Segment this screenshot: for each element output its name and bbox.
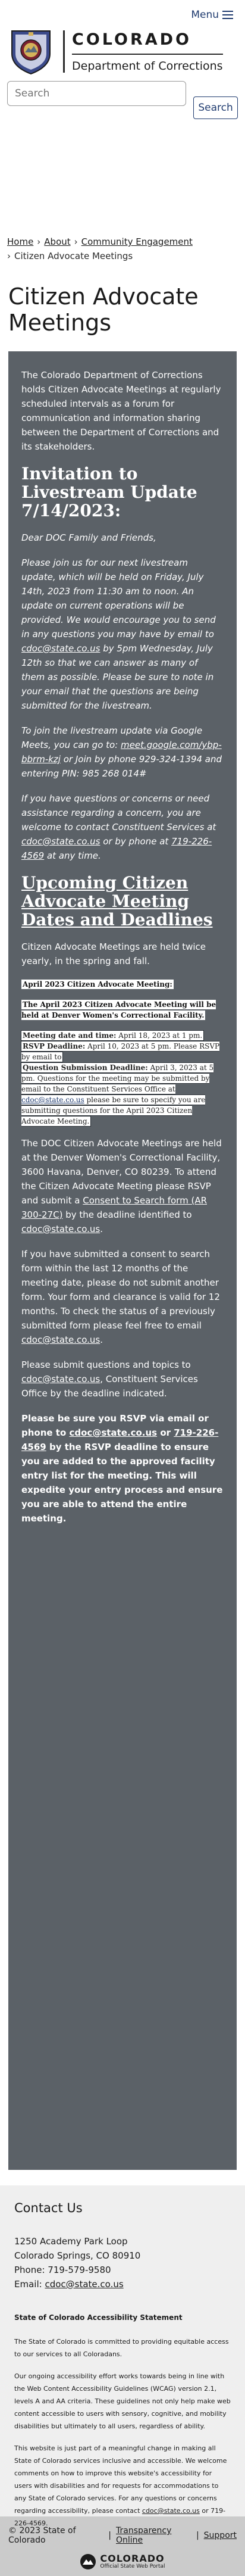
google-meet-paragraph: To join the livestream update via Google… — [21, 723, 224, 781]
intro-text: The Colorado Department of Corrections h… — [21, 370, 221, 452]
accessibility-heading: State of Colorado Accessibility Statemen… — [14, 2313, 183, 2322]
email-link[interactable]: cdoc@state.co.us — [142, 2507, 200, 2515]
email-link[interactable]: cdoc@state.co.us — [45, 2279, 123, 2290]
greeting-text: Dear DOC Family and Friends, — [21, 532, 156, 543]
email-link[interactable]: cdoc@state.co.us — [21, 1224, 100, 1234]
address-line: 1250 Academy Park Loop — [14, 2236, 128, 2247]
upcoming-meetings-heading: Upcoming Citizen Advocate Meeting Dates … — [21, 873, 213, 930]
breadcrumb-current: Citizen Advocate Meetings — [14, 251, 133, 261]
brand-state-name: COLORADO — [72, 30, 192, 49]
text-span: or — [157, 1427, 174, 1438]
breadcrumb-home[interactable]: Home — [7, 236, 33, 247]
email-link[interactable]: cdoc@state.co.us — [21, 1374, 100, 1384]
brand-department-name: Department of Corrections — [72, 53, 223, 73]
portal-name: COLORADO — [100, 2553, 165, 2564]
livestream-paragraph: Please join us for our next livestream u… — [21, 556, 224, 713]
april-meeting-title: April 2023 Citizen Advocate Meeting: — [21, 979, 224, 990]
menu-label: Menu — [191, 9, 219, 21]
label-text: RSVP Deadline: — [23, 1042, 86, 1050]
chevron-right-icon: › — [7, 251, 11, 261]
dwcf-paragraph: The DOC Citizen Advocate Meetings are he… — [21, 1138, 222, 1234]
state-seal-icon — [11, 30, 51, 75]
meeting-details: Meeting date and time: April 18, 2023 at… — [21, 1030, 224, 1127]
breadcrumb: Home › About › Community Engagement › Citizen… — [0, 235, 245, 263]
search-input[interactable] — [7, 81, 187, 106]
email-link[interactable]: cdoc@state.co.us — [21, 1096, 84, 1104]
rsvp-reminder-paragraph: Please be sure you RSVP via email or pho… — [21, 1411, 224, 1526]
constituent-services-paragraph: If you have questions or concerns or nee… — [21, 791, 224, 863]
chevron-right-icon: › — [37, 236, 41, 247]
accessibility-text: This website is just part of a meaningfu… — [14, 2442, 231, 2530]
consent-paragraph: If you have submitted a consent to searc… — [21, 1249, 220, 1345]
content-panel: The Colorado Department of Corrections h… — [8, 351, 237, 2170]
twice-yearly-text: Citizen Advocate Meetings are held twice… — [21, 941, 206, 966]
highlight-text: April 2023 Citizen Advocate Meeting: — [21, 980, 174, 989]
menu-button[interactable]: Menu — [191, 8, 233, 21]
search-bar: Search — [0, 75, 245, 119]
label-text: Email: — [14, 2279, 45, 2290]
highlight-text: Question Submission Deadline: April 3, 2… — [21, 1063, 214, 1126]
divider: | — [108, 2531, 111, 2540]
breadcrumb-community-engagement[interactable]: Community Engagement — [81, 236, 193, 247]
livestream-heading: Invitation to Livestream Update 7/14/202… — [21, 464, 197, 520]
text-span: April 18, 2023 at 1 pm. — [116, 1031, 203, 1040]
text-span: If you have submitted a consent to searc… — [21, 1249, 220, 1331]
email-line: Email: cdoc@state.co.us — [14, 2277, 231, 2291]
state-portal-logo[interactable]: COLORADO Official State Web Portal — [8, 2553, 237, 2570]
top-bar: Menu — [0, 0, 245, 26]
highlight-text: RSVP Deadline: April 10, 2023 at 5 pm. P… — [21, 1041, 220, 1062]
support-link[interactable]: Support — [204, 2531, 237, 2540]
text-span: by the deadline identified to — [62, 1209, 192, 1220]
highlight-text: The April 2023 Citizen Advocate Meeting … — [21, 1000, 216, 1020]
text-span: If you have questions or concerns or nee… — [21, 793, 216, 832]
text-span: at any time. — [44, 850, 101, 861]
label-text: Question Submission Deadline: — [23, 1064, 148, 1072]
text-span: Please submit questions and topics to — [21, 1359, 191, 1370]
copyright-text: © 2023 State of Colorado — [8, 2526, 76, 2545]
transparency-online-link[interactable]: Transparency Online — [116, 2526, 191, 2545]
address-line: Colorado Springs, CO 80910 — [14, 2250, 141, 2261]
site-brand[interactable]: COLORADO Department of Corrections — [0, 27, 245, 75]
email-link[interactable]: cdoc@state.co.us — [21, 1334, 100, 1345]
email-link[interactable]: cdoc@state.co.us — [21, 836, 100, 847]
contact-heading: Contact Us — [14, 2201, 83, 2215]
phone-text: Phone: 719-579-9580 — [14, 2265, 111, 2275]
accessibility-text: The State of Colorado is committed to pr… — [14, 2338, 229, 2358]
page-title: Citizen Advocate Meetings — [8, 283, 199, 336]
divider: | — [196, 2531, 199, 2540]
highlight-text: Meeting date and time: April 18, 2023 at… — [21, 1031, 204, 1040]
accessibility-text: Our ongoing accessibility effort works t… — [14, 2372, 231, 2430]
text-span: or by phone at — [100, 836, 172, 847]
topics-paragraph: Please submit questions and topics to cd… — [21, 1358, 224, 1401]
email-link[interactable]: cdoc@state.co.us — [21, 643, 100, 654]
chevron-right-icon: › — [74, 236, 78, 247]
text-span: Please join us for our next livestream u… — [21, 557, 216, 640]
colorado-logo-icon — [80, 2554, 96, 2569]
text-span: This website is just part of a meaningfu… — [14, 2444, 227, 2515]
april-meeting-location: The April 2023 Citizen Advocate Meeting … — [21, 999, 224, 1021]
breadcrumb-about[interactable]: About — [44, 236, 70, 247]
portal-tagline: Official State Web Portal — [100, 2563, 165, 2569]
hamburger-icon — [222, 8, 233, 21]
footer: Contact Us 1250 Academy Park Loop Colora… — [0, 2185, 245, 2527]
contact-address: 1250 Academy Park Loop Colorado Springs,… — [14, 2234, 231, 2291]
label-text: Meeting date and time: — [23, 1031, 117, 1040]
email-link[interactable]: cdoc@state.co.us — [70, 1427, 158, 1438]
text-span: by the RSVP deadline to ensure you are a… — [21, 1442, 223, 1524]
search-button[interactable]: Search — [193, 96, 238, 119]
